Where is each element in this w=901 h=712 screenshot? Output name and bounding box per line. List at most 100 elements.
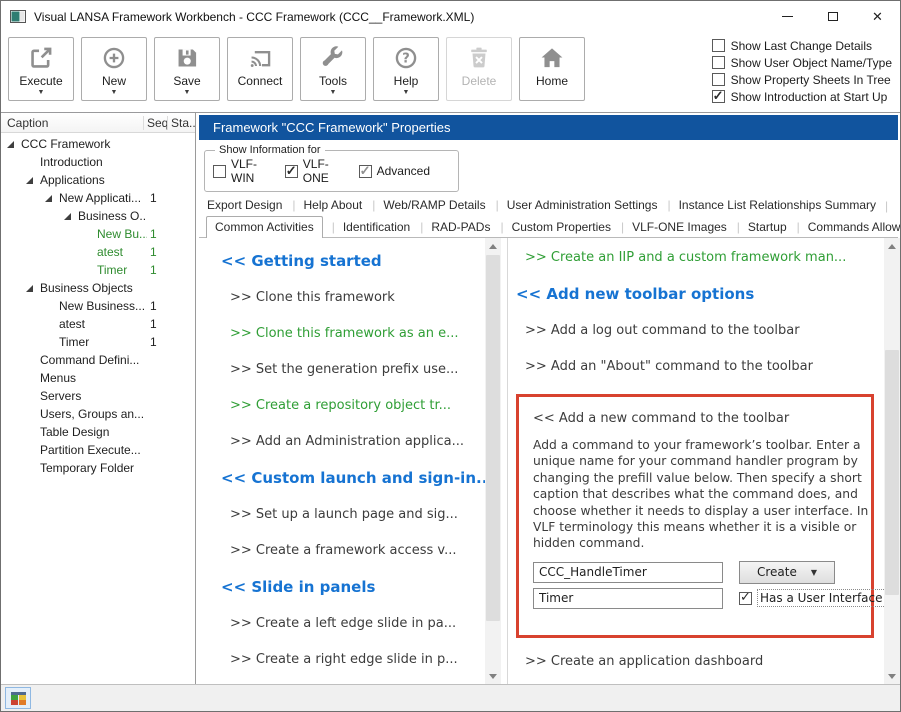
toolbar-button[interactable]: New ▼ [81,37,147,101]
activity-link[interactable]: << Add new toolbar options [516,285,884,303]
activity-link[interactable]: >> Create a repository object tr... [221,397,485,414]
activity-link[interactable]: >> Create a right edge slide in p... [221,651,485,668]
delete-icon [466,43,492,73]
tab[interactable]: Custom Properties [491,218,612,237]
show-info-checkbox[interactable]: VLF-ONE [285,157,339,185]
left-column-scrollbar[interactable] [485,238,501,684]
tab[interactable]: Common Activities [206,216,323,238]
activity-link[interactable]: >> Add an Administration applica... [221,433,485,450]
common-activities-content: << Getting started >> Clone this framewor… [199,238,900,684]
activity-link[interactable]: >> Set the generation prefix use... [221,361,485,378]
tree-row[interactable]: Temporary Folder [1,459,195,477]
toolbar-button[interactable]: Connect ▼ [227,37,293,101]
scrollbar-thumb[interactable] [885,350,899,595]
tree-row[interactable]: CCC Framework [1,135,195,153]
expand-arrow-icon[interactable] [7,141,21,148]
tree-row[interactable]: atest 1 [1,315,195,333]
maximize-button[interactable] [810,1,855,32]
tab[interactable]: Help About [283,196,363,215]
toolbar-button[interactable]: Tools ▼ [300,37,366,101]
activity-link[interactable]: << Slide in panels [221,578,485,596]
activity-link[interactable]: >> Clone this framework as an e... [221,325,485,342]
command-caption-input[interactable] [533,588,723,609]
tab[interactable]: Instance List Relationships Summary [658,196,877,215]
tab[interactable]: Commands Allowed [788,218,901,237]
tree-row[interactable]: Applications [1,171,195,189]
toolbar-button[interactable]: Home ▼ [519,37,585,101]
tab[interactable]: Identification [323,218,412,237]
dropdown-caret-icon: ▼ [811,568,817,577]
tree-row[interactable]: Timer 1 [1,261,195,279]
scroll-up-icon[interactable] [884,238,900,254]
activity-link[interactable]: >> Add an "About" command to the toolbar [516,358,884,375]
scroll-down-icon[interactable] [485,668,501,684]
activity-link[interactable]: >> Create an IIP and a custom framework … [516,249,884,266]
expand-arrow-icon[interactable] [26,285,40,292]
tab[interactable]: Web/RAMP Details [363,196,486,215]
tree-row[interactable]: Servers [1,387,195,405]
tab[interactable]: User Administration Settings [487,196,659,215]
minimize-button[interactable] [765,1,810,32]
toolbar-button[interactable]: Delete ▼ [446,37,512,101]
tree-row[interactable]: Timer 1 [1,333,195,351]
expand-arrow-icon[interactable] [26,177,40,184]
framework-status-button[interactable] [5,687,31,709]
column-header-seq[interactable]: Seq [143,116,167,130]
tree-row[interactable]: New Bu... 1 [1,225,195,243]
view-option-checkbox[interactable]: Show Introduction at Start Up [712,88,892,105]
activity-link[interactable]: << Getting started [221,252,485,270]
activity-link[interactable]: >> Clone this framework [221,289,485,306]
execute-icon [28,43,54,73]
tab[interactable]: Export Design [206,196,283,215]
add-command-title[interactable]: << Add a new command to the toolbar [533,411,857,426]
has-user-interface-checkbox[interactable]: Has a User Interface [739,590,884,606]
scroll-up-icon[interactable] [485,238,501,254]
tree-row[interactable]: Introduction [1,153,195,171]
checkbox-icon [213,165,226,178]
scrollbar-thumb[interactable] [486,255,500,621]
tree-row[interactable]: Partition Execute... [1,441,195,459]
tree-row[interactable]: Business Objects [1,279,195,297]
tree-row[interactable]: Users, Groups an... [1,405,195,423]
create-button[interactable]: Create ▼ [739,561,835,584]
tree-row[interactable]: Business O... [1,207,195,225]
tree-row[interactable]: Table Design [1,423,195,441]
view-option-checkbox[interactable]: Show Property Sheets In Tree [712,71,892,88]
activity-link[interactable]: >> Create a framework access v... [221,542,485,559]
expand-arrow-icon[interactable] [45,195,59,202]
tab[interactable]: VLF-ONE Images [612,218,728,237]
column-header-sta[interactable]: Sta.. [167,116,195,130]
seq-value: 1 [147,263,171,277]
new-icon [101,43,127,73]
view-options: Show Last Change Details Show User Objec… [712,37,892,105]
activity-link[interactable]: >> Set up a launch page and sig... [221,506,485,523]
view-option-checkbox[interactable]: Show Last Change Details [712,37,892,54]
tree-row[interactable]: Menus [1,369,195,387]
tree-row[interactable]: New Business... 1 [1,297,195,315]
tree-row[interactable]: New Applicati... 1 [1,189,195,207]
view-option-checkbox[interactable]: Show User Object Name/Type [712,54,892,71]
close-button[interactable]: ✕ [855,1,900,32]
app-window: Visual LANSA Framework Workbench - CCC F… [0,0,901,712]
toolbar-button[interactable]: ? Help ▼ [373,37,439,101]
scroll-down-icon[interactable] [884,668,900,684]
expand-arrow-icon[interactable] [64,213,78,220]
tab[interactable]: RAD-PADs [411,218,491,237]
activity-link[interactable]: >> Create an application dashboard [516,653,884,670]
activities-column-right: >> Create an IIP and a custom framework … [507,238,884,684]
activity-link[interactable]: >> Create a left edge slide in pa... [221,615,485,632]
command-handler-name-input[interactable] [533,562,723,583]
tree-row[interactable]: atest 1 [1,243,195,261]
show-info-checkbox[interactable]: VLF-WIN [213,157,265,185]
toolbar-button[interactable]: Execute ▼ [8,37,74,101]
show-info-checkbox[interactable]: Advanced [359,157,430,185]
toolbar-button[interactable]: Save ▼ [154,37,220,101]
right-column-scrollbar[interactable] [884,238,900,684]
activity-link[interactable]: << Custom launch and sign-in... [221,469,485,487]
column-header-caption[interactable]: Caption [1,116,143,130]
app-icon [10,10,26,23]
tree-row[interactable]: Command Defini... [1,351,195,369]
activity-link[interactable]: >> Add a log out command to the toolbar [516,322,884,339]
activities-column-left: << Getting started >> Clone this framewor… [204,238,485,684]
tab[interactable]: Startup [728,218,788,237]
